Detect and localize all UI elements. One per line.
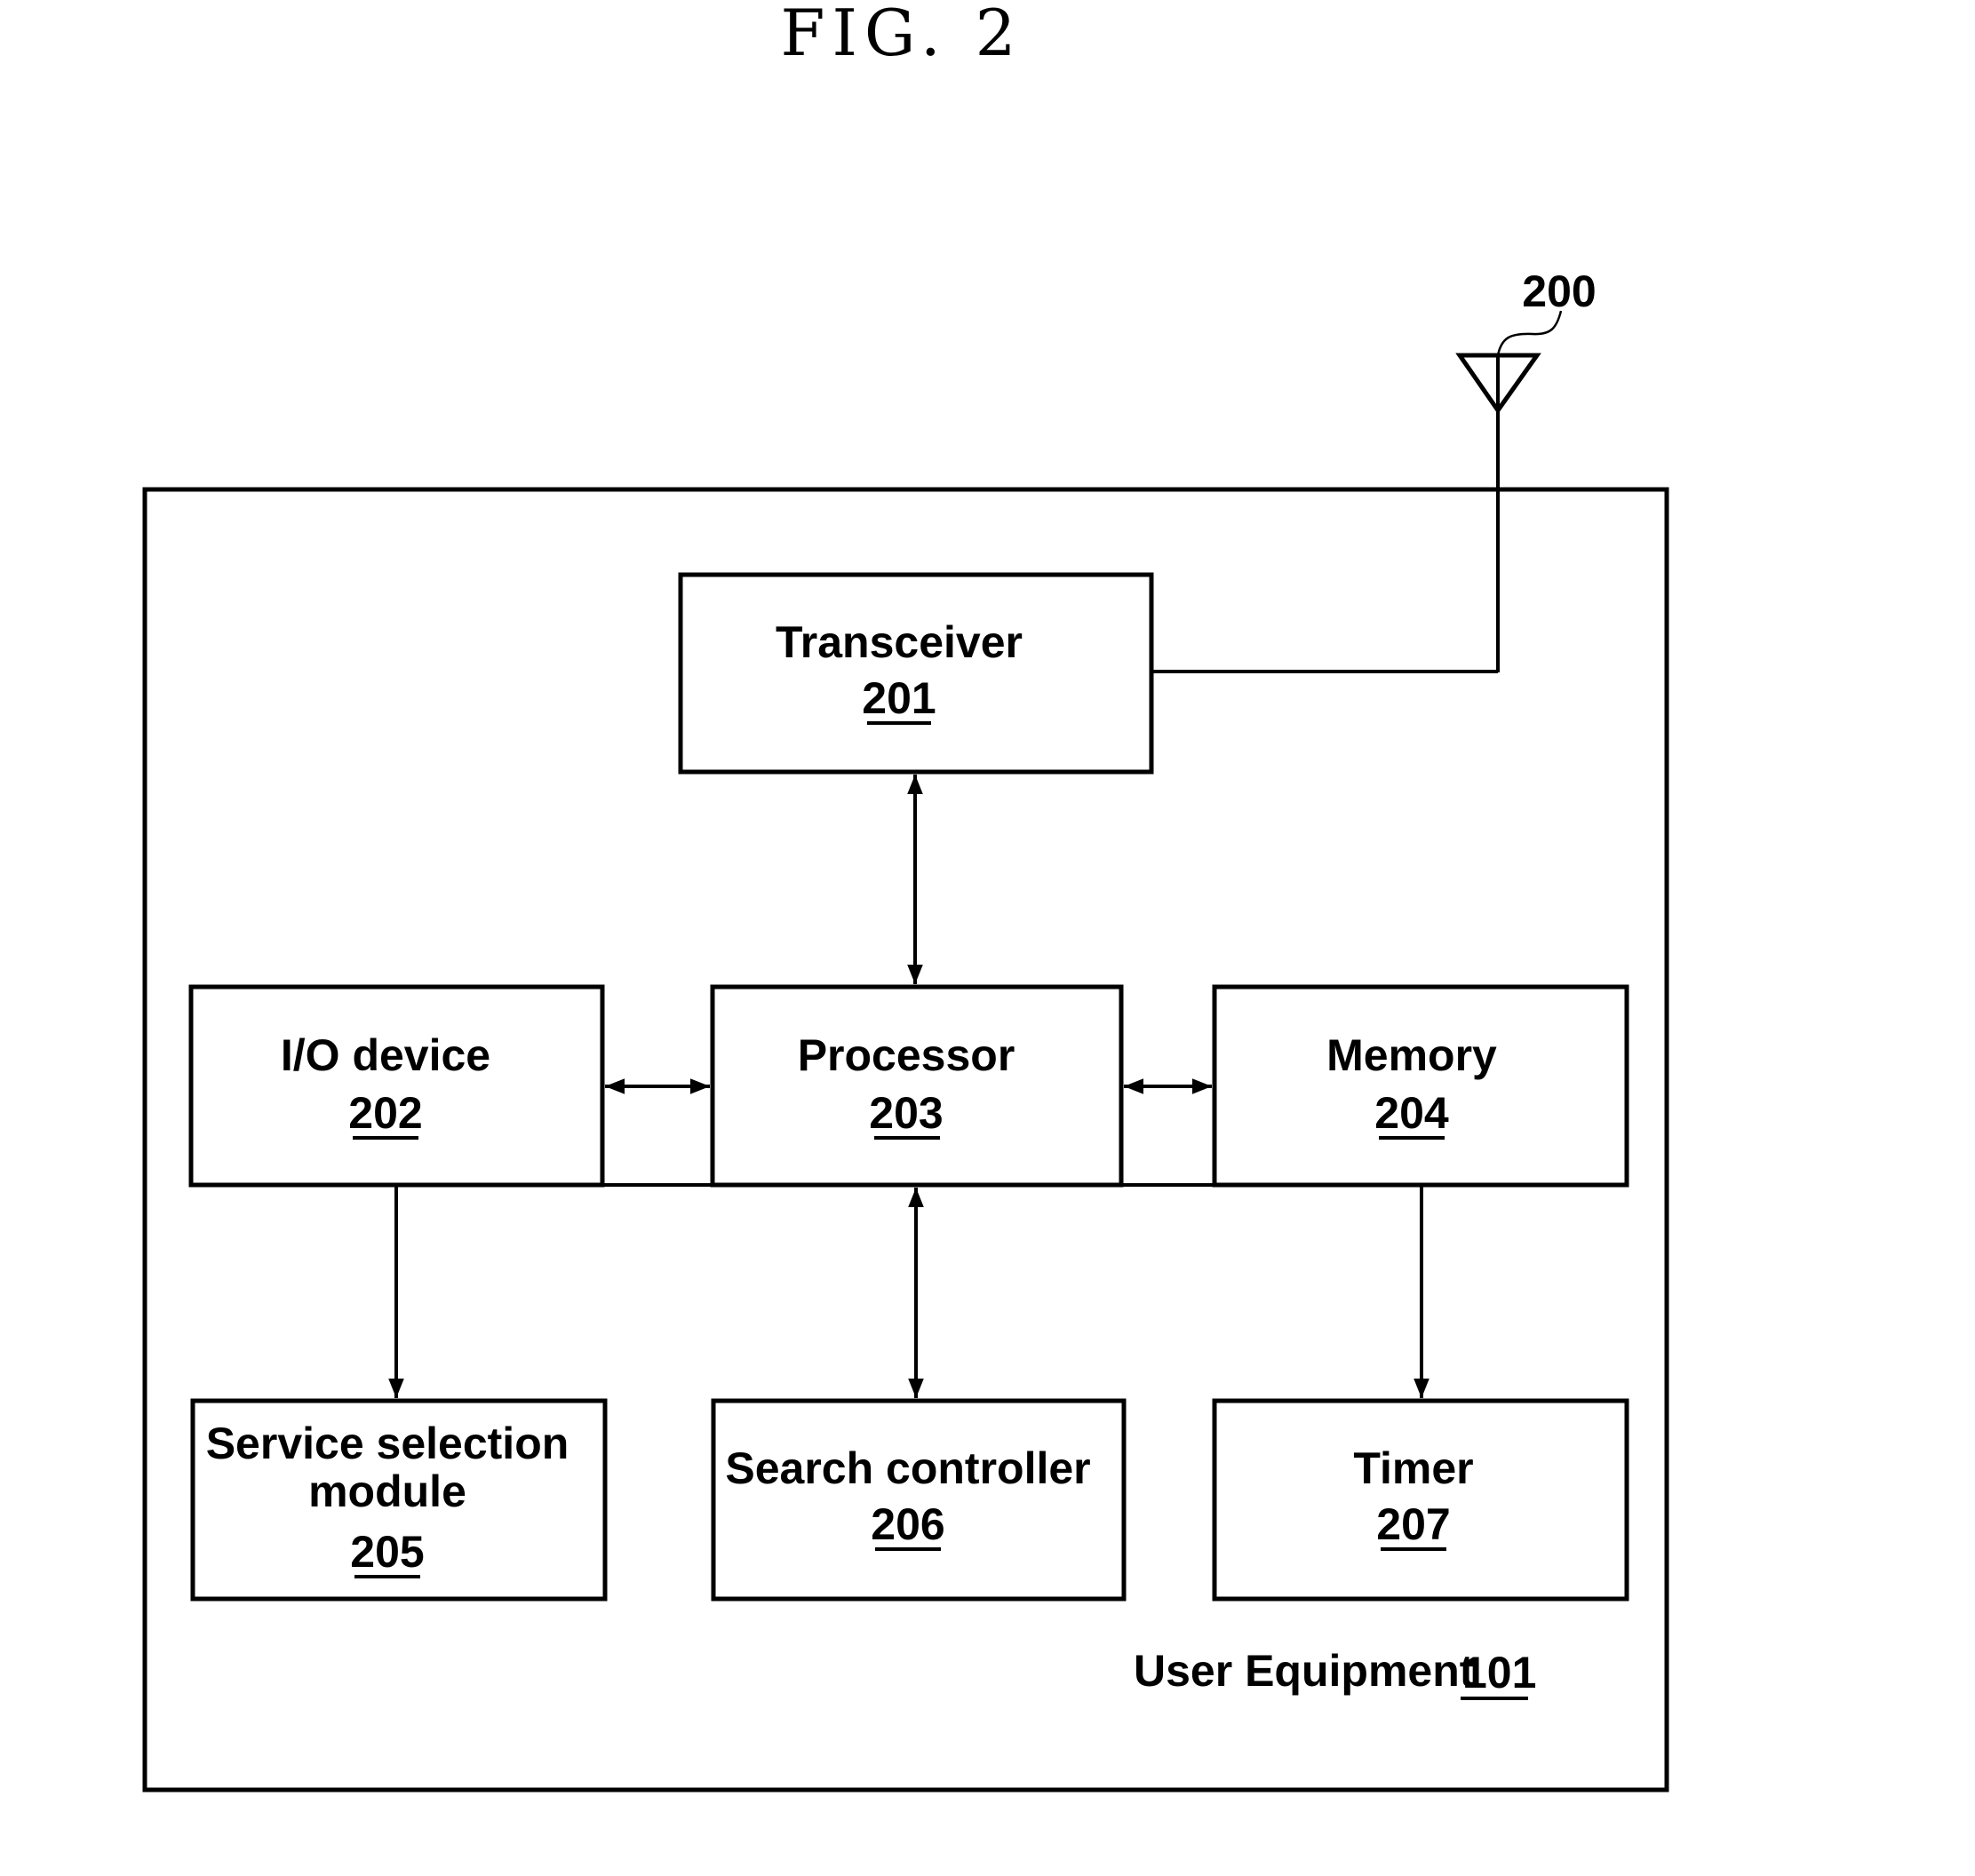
block-ref: 207 [1376,1499,1450,1549]
block-timer: Timer 207 [1212,1398,1629,1602]
block-search-controller: Search controller 206 [711,1398,1127,1602]
block-label-line1: Service selection [206,1419,569,1468]
block-label-line2: module [308,1467,466,1516]
antenna-ref: 200 [1522,266,1596,316]
block-service-selection-module: Service selection module 205 [190,1398,608,1602]
block-processor: Processor 203 [710,984,1124,1188]
block-label: Search controller [725,1443,1090,1493]
container-ref: 101 [1462,1648,1536,1697]
block-transceiver: Transceiver 201 [678,572,1154,775]
block-label: Transceiver [776,617,1023,667]
container-label: User Equipment [1134,1646,1475,1696]
block-ref: 205 [350,1527,424,1577]
block-ref: 202 [348,1088,422,1138]
block-label: Memory [1326,1030,1497,1080]
antenna-leader-line [1496,310,1563,356]
block-ref: 203 [869,1088,943,1138]
block-label: Timer [1353,1443,1473,1493]
figure-title: FIG. 2 [781,0,1023,70]
block-memory: Memory 204 [1212,984,1629,1188]
block-io-device: I/O device 202 [188,984,605,1188]
block-label: I/O device [281,1030,490,1080]
block-label: Processor [798,1030,1015,1080]
block-diagram: FIG. 2 200 Transceiver 201 I/O device 20… [142,0,1669,1793]
block-ref: 204 [1374,1088,1449,1138]
block-ref: 206 [871,1499,944,1549]
block-ref: 201 [862,673,936,723]
